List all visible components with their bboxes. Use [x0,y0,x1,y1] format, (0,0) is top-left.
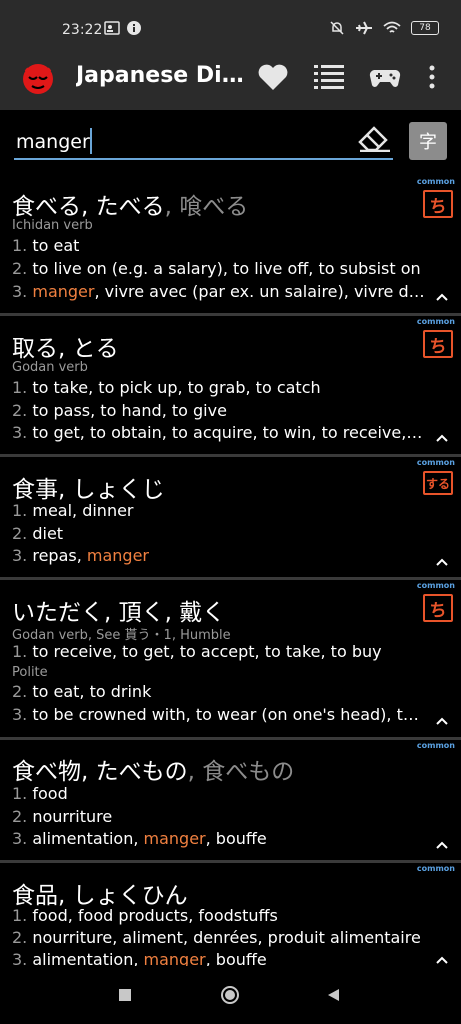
entry-headword: 食べ物, たべもの, 食べもの [12,759,295,785]
status-time: 23:22 [62,22,103,38]
status-bar: 23:22 78 [0,0,461,44]
wifi-icon [383,21,401,33]
sense: 1. meal, dinner [12,501,134,520]
back-triangle-icon[interactable] [326,988,340,1002]
common-tag: common [416,864,455,873]
result-item[interactable]: いただく, 頂く, 戴く Godan verb, See 貰う・1, Humbl… [0,580,461,740]
status-notification-icons [104,20,142,36]
entry-pos-secondary: Polite [12,665,48,680]
app-title: Japanese Dictionary [76,63,244,88]
entry-headword: 取る, とる [12,336,119,362]
sense: 3. to be crowned with, to wear (on one's… [12,705,427,724]
entry-headword: 食品, しょくひん [12,883,188,909]
entry-pos: Ichidan verb [12,218,93,233]
result-item[interactable]: 食事, しょくじ 1. meal, dinner 2. diet 3. repa… [0,457,461,580]
sense: 1. to eat [12,236,80,255]
search-underline [14,158,393,160]
entry-pos: Godan verb [12,360,88,375]
eraser-icon[interactable] [356,124,392,152]
chevron-up-icon[interactable] [435,292,449,302]
result-item[interactable]: 取る, とる Godan verb 1. to take, to pick up… [0,316,461,457]
search-area: 字 [0,110,461,176]
result-item[interactable]: 食べ物, たべもの, 食べもの 1. food 2. nourriture 3.… [0,740,461,863]
sense: 1. food, food products, foodstuffs [12,906,278,925]
chevron-up-icon[interactable] [435,955,449,965]
battery-icon: 78 [411,21,439,35]
system-nav-bar [0,966,461,1024]
sense: 1. to take, to pick up, to grab, to catc… [12,378,321,397]
common-tag: common [416,741,455,750]
gamepad-icon[interactable] [368,61,402,93]
status-system-icons: 78 [329,20,439,36]
sense: 2. to pass, to hand, to give [12,401,227,420]
sense: 2. to live on (e.g. a salary), to live o… [12,259,421,278]
sense: 2. nourriture, aliment, denrées, produit… [12,928,421,947]
result-item[interactable]: 食べる, たべる, 喰べる Ichidan verb 1. to eat 2. … [0,176,461,316]
circle-icon[interactable] [220,985,240,1005]
search-input[interactable] [16,128,316,156]
common-tag: common [416,458,455,467]
kanji-search-button[interactable]: 字 [409,122,447,160]
sense: 2. diet [12,524,64,543]
list-icon[interactable] [312,61,346,93]
entry-headword: 食べる, たべる, 喰べる [12,194,249,220]
sense: 3. repas, manger [12,546,149,565]
sense: 1. to receive, to get, to accept, to tak… [12,642,382,661]
sense: 1. food [12,784,68,803]
verb-stamp-icon: ち [423,330,453,358]
suru-stamp-icon: する [423,471,453,495]
app-bar: Japanese Dictionary [0,44,461,110]
chevron-up-icon[interactable] [435,557,449,567]
verb-stamp-icon: ち [423,594,453,622]
sense: 2. to eat, to drink [12,682,152,701]
sense: 2. nourriture [12,807,113,826]
results-list: 食べる, たべる, 喰べる Ichidan verb 1. to eat 2. … [0,176,461,973]
airplane-icon [356,21,372,35]
chevron-up-icon[interactable] [435,716,449,726]
bell-muted-icon [330,21,344,35]
sense: 3. manger, vivre avec (par ex. un salair… [12,282,427,301]
chevron-up-icon[interactable] [435,840,449,850]
verb-stamp-icon: ち [423,190,453,218]
common-tag: common [416,581,455,590]
result-item[interactable]: 食品, しょくひん 1. food, food products, foodst… [0,863,461,973]
common-tag: common [416,177,455,186]
sense: 3. alimentation, manger, bouffe [12,829,267,848]
text-caret [90,128,92,154]
entry-pos: Godan verb, See 貰う・1, Humble [12,628,231,643]
chevron-up-icon[interactable] [435,433,449,443]
square-icon[interactable] [118,988,132,1002]
common-tag: common [416,317,455,326]
sense: 3. to get, to obtain, to acquire, to win… [12,423,427,442]
more-vert-icon[interactable] [422,61,442,93]
entry-headword: 食事, しょくじ [12,477,165,503]
info-icon [127,21,141,35]
entry-headword: いただく, 頂く, 戴く [12,600,226,626]
heart-icon[interactable] [256,61,290,93]
contacts-icon [104,21,120,35]
app-logo[interactable] [18,57,58,97]
